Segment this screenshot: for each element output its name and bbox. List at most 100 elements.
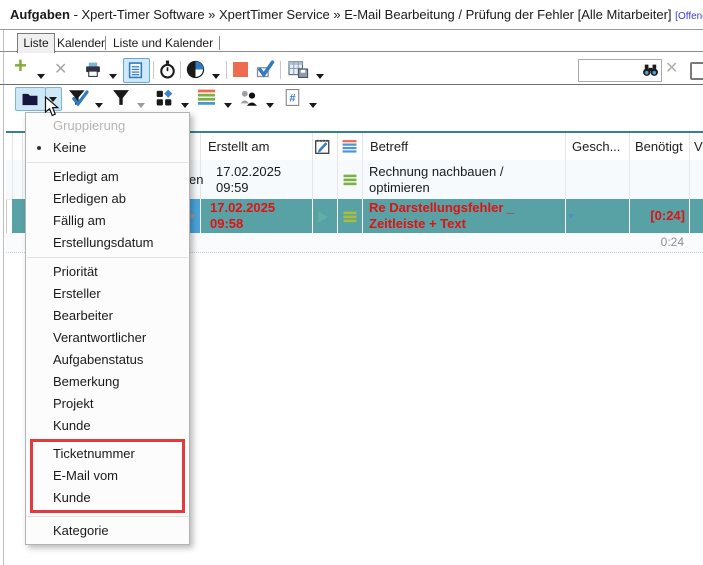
print-icon (82, 61, 104, 78)
menu-item-ersteller[interactable]: Ersteller (26, 283, 189, 305)
filter-button[interactable] (111, 89, 131, 111)
cell-created-date: 17.02.2025 (216, 164, 281, 180)
header-lines-icon (342, 139, 357, 154)
tab-liste-und-kalender[interactable]: Liste und Kalender (113, 34, 213, 52)
menu-item-kunde[interactable]: Kunde (26, 415, 189, 437)
menu-item-bemerkung[interactable]: Bemerkung (26, 371, 189, 393)
add-caret-icon[interactable] (37, 66, 45, 84)
export-table-icon (287, 60, 309, 78)
status-lines-icon (343, 173, 357, 191)
menu-item-keine[interactable]: Keine (26, 137, 189, 159)
add-task-button[interactable]: + (14, 58, 27, 74)
color-marker-button[interactable] (233, 62, 248, 77)
cell-created-time: 09:59 (216, 180, 249, 196)
toolbar-separator (226, 61, 227, 79)
col-header-erstellt-am[interactable]: Erstellt am (208, 133, 269, 160)
filter-apply-button[interactable] (67, 89, 89, 112)
menu-item-faellig-am[interactable]: Fällig am (26, 210, 189, 232)
numbering-caret-icon[interactable] (309, 95, 317, 113)
filter-check-icon (67, 89, 89, 107)
users-icon (239, 89, 259, 107)
menu-separator (27, 516, 188, 517)
cell-hidden-tail: en (189, 172, 203, 188)
pie-chart-icon (186, 60, 205, 79)
mouse-cursor (44, 96, 64, 123)
menu-item-kunde-2[interactable]: Kunde (33, 487, 182, 509)
statistics-button[interactable] (186, 60, 205, 84)
toolbar-separator (280, 61, 281, 79)
search-input[interactable] (578, 59, 662, 82)
menu-item-kategorie[interactable]: Kategorie (26, 520, 189, 542)
menu-item-erstellungsdatum[interactable]: Erstellungsdatum (26, 232, 189, 254)
toolbar-separator (153, 61, 154, 79)
summary-benoetigt: 0:24 (629, 233, 684, 252)
title-module: Aufgaben (10, 7, 70, 22)
cell-betreff: Re Darstellungsfehler _ Zeitleiste + Tex… (369, 200, 564, 232)
menu-item-projekt[interactable]: Projekt (26, 393, 189, 415)
folder-icon (21, 92, 39, 106)
play-icon[interactable] (318, 210, 328, 228)
status-lines-icon (343, 210, 357, 228)
confirm-button[interactable] (255, 59, 275, 84)
export-table-button[interactable] (287, 60, 309, 83)
page-title: Aufgaben - Xpert-Timer Software » XpertT… (10, 0, 703, 31)
filter-check-caret-icon[interactable] (95, 95, 103, 113)
col-header-verbleibend[interactable]: V (694, 133, 703, 160)
users-caret-icon[interactable] (266, 95, 274, 113)
menu-item-bearbeiter[interactable]: Bearbeiter (26, 305, 189, 327)
filter-icon (111, 89, 131, 106)
report-view-toggle[interactable] (123, 58, 150, 83)
menu-item-email-vom[interactable]: E-Mail vom (33, 465, 182, 487)
menu-item-erledigen-ab[interactable]: Erledigen ab (26, 188, 189, 210)
export-caret-icon[interactable] (316, 66, 324, 84)
users-button[interactable] (239, 89, 259, 112)
tabs-baseline (0, 51, 703, 52)
menu-item-aufgabenstatus[interactable]: Aufgabenstatus (26, 349, 189, 371)
numbering-icon: # (284, 88, 301, 107)
cell-created-date: 17.02.2025 (210, 200, 275, 216)
tab-kalender[interactable]: Kalender (57, 34, 105, 52)
filter-caret-icon[interactable] (137, 95, 145, 113)
grouping-folder-button[interactable] (15, 87, 46, 111)
geschaetzt-caret-icon[interactable] (568, 214, 574, 218)
print-button[interactable] (82, 61, 104, 83)
col-header-geschaetzt[interactable]: Gesch... (572, 133, 620, 160)
toolbar-divider (0, 84, 703, 85)
print-caret-icon[interactable] (109, 66, 117, 84)
tab-liste[interactable]: Liste (17, 33, 55, 53)
col-header-status-lines[interactable] (342, 139, 357, 159)
grouping-menu: Gruppierung Keine Erledigt am Erledigen … (25, 112, 190, 545)
menu-item-prioritaet[interactable]: Priorität (26, 261, 189, 283)
menu-separator (27, 257, 188, 258)
group-icon (155, 89, 174, 107)
delete-task-button[interactable]: ✕ (54, 62, 67, 78)
menu-item-verantwortlicher[interactable]: Verantwortlicher (26, 327, 189, 349)
title-bar: Aufgaben - Xpert-Timer Software » XpertT… (0, 0, 703, 30)
menu-item-erledigt-am[interactable]: Erledigt am (26, 166, 189, 188)
toolbar-separator (180, 61, 181, 79)
confirm-check-icon (255, 59, 275, 79)
cell-benoetigt: [0:24] (629, 208, 685, 224)
timer-button[interactable] (158, 60, 177, 84)
search-binoculars-icon (642, 63, 659, 77)
columns-color-icon (197, 89, 216, 106)
header-checkbox[interactable] (690, 62, 703, 80)
cell-betreff: Rechnung nachbauen / optimieren (369, 164, 564, 196)
group-caret-icon[interactable] (181, 95, 189, 113)
group-display-button[interactable] (155, 89, 174, 112)
title-filter-badge: [Offene] (675, 11, 703, 22)
col-header-benoetigt[interactable]: Benötigt (635, 133, 683, 160)
numbering-button[interactable]: # (284, 88, 301, 112)
pie-caret-icon[interactable] (212, 66, 220, 84)
title-breadcrumb: - Xpert-Timer Software » XpertTimer Serv… (70, 7, 675, 22)
svg-text:#: # (289, 92, 296, 104)
menu-item-ticketnummer[interactable]: Ticketnummer (33, 443, 182, 465)
report-view-icon (128, 62, 144, 79)
search-field[interactable] (581, 61, 645, 80)
clear-search-button[interactable]: ✕ (665, 61, 678, 77)
col-header-betreff[interactable]: Betreff (370, 133, 408, 160)
columns-color-button[interactable] (197, 89, 216, 111)
columns-caret-icon[interactable] (224, 95, 232, 113)
col-header-edit-note[interactable] (314, 138, 331, 160)
tab-separator (105, 36, 106, 50)
